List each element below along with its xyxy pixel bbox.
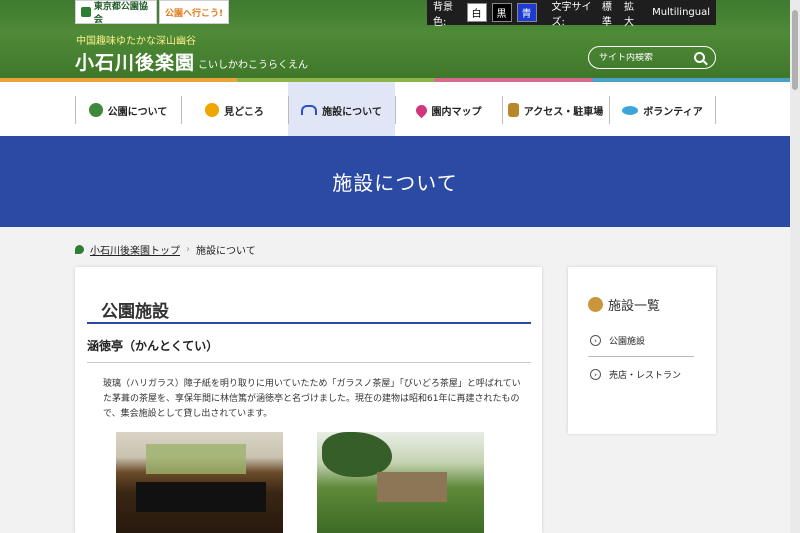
facility-heading: 涵徳亭（かんとくてい） xyxy=(87,339,219,353)
section-heading: 公園施設 xyxy=(101,302,169,322)
breadcrumb: 小石川後楽園トップ › 施設について xyxy=(75,242,256,257)
bg-black-button[interactable]: 黒 xyxy=(491,3,512,22)
leaf-icon xyxy=(75,245,84,254)
facility-description: 玻璃（ハリガラス）障子紙を明り取りに用いていたため「ガラスノ茶屋」「びいどろ茶屋… xyxy=(103,379,521,419)
photo-house-area xyxy=(377,472,447,502)
page-title: 施設について xyxy=(332,171,458,195)
divider xyxy=(588,356,694,357)
photo-table-area xyxy=(136,482,266,512)
site-header: 東京都公園協会 公園へ行こう! 背景色: 白 黒 青 文字サイズ: 標準 拡大 … xyxy=(0,0,790,82)
site-title-reading: こいしかわこうらくえん xyxy=(198,60,308,71)
site-search xyxy=(588,46,716,69)
main-content-card: 公園施設 涵徳亭（かんとくてい） 玻璃（ハリガラス）障子紙を明り取りに用いていた… xyxy=(75,267,542,533)
nav-item-map[interactable]: 園内マップ xyxy=(395,96,502,124)
photo-window-area xyxy=(146,444,246,474)
font-large-button[interactable]: 拡大 xyxy=(624,0,641,28)
multilingual-link[interactable]: Multilingual xyxy=(652,7,710,18)
nav-item-highlights[interactable]: 見どころ xyxy=(181,96,288,124)
site-title[interactable]: 小石川後楽園 xyxy=(75,48,195,75)
facility-list-card: 施設一覧 › 公園施設 › 売店・レストラン xyxy=(568,267,716,434)
chevron-circle-icon: › xyxy=(590,335,601,346)
global-nav: 公園について 見どころ 施設について 園内マップ アクセス・駐車場 ボランティア xyxy=(0,82,790,136)
association-mark-icon xyxy=(81,7,91,17)
nav-divider xyxy=(715,96,716,124)
nav-item-facilities[interactable]: 施設について xyxy=(288,96,395,124)
accessibility-toolbar: 背景色: 白 黒 青 文字サイズ: 標準 拡大 Multilingual xyxy=(427,0,716,28)
breadcrumb-current: 施設について xyxy=(196,246,256,257)
mountain-badge-icon xyxy=(588,297,603,312)
font-normal-button[interactable]: 標準 xyxy=(602,0,619,28)
chevron-right-icon: › xyxy=(186,244,190,255)
scrollbar-thumb[interactable] xyxy=(792,10,798,90)
tokyo-park-association-logo[interactable]: 東京都公園協会 xyxy=(75,0,157,25)
highlight-icon xyxy=(205,103,220,117)
nav-item-volunteer[interactable]: ボランティア xyxy=(609,96,716,124)
park-visit-logo[interactable]: 公園へ行こう! xyxy=(159,0,229,24)
breadcrumb-home-link[interactable]: 小石川後楽園トップ xyxy=(90,242,180,257)
search-input[interactable] xyxy=(599,52,691,63)
page-scrollbar[interactable] xyxy=(790,0,800,533)
search-icon[interactable] xyxy=(694,52,705,63)
nav-item-about[interactable]: 公園について xyxy=(75,96,181,124)
volunteer-icon xyxy=(622,105,639,115)
chevron-circle-icon: › xyxy=(590,369,601,380)
divider xyxy=(87,362,531,363)
page-banner: 施設について xyxy=(0,136,790,227)
facility-link-park[interactable]: › 公園施設 xyxy=(590,334,645,347)
exterior-photo xyxy=(317,432,484,533)
train-icon xyxy=(507,103,519,117)
facility-list-heading: 施設一覧 xyxy=(588,295,660,314)
bg-white-button[interactable]: 白 xyxy=(466,3,487,22)
nav-item-access[interactable]: アクセス・駐車場 xyxy=(502,96,609,124)
site-tagline: 中国趣味ゆたかな深山幽谷 xyxy=(76,36,196,47)
interior-photo xyxy=(116,432,283,533)
mountain-icon xyxy=(301,105,318,115)
map-pin-icon xyxy=(413,102,429,118)
facility-link-shop[interactable]: › 売店・レストラン xyxy=(590,368,681,381)
tree-icon xyxy=(88,103,103,117)
bg-blue-button[interactable]: 青 xyxy=(516,3,537,22)
heading-underline xyxy=(87,322,531,324)
photo-tree-area xyxy=(322,432,392,477)
